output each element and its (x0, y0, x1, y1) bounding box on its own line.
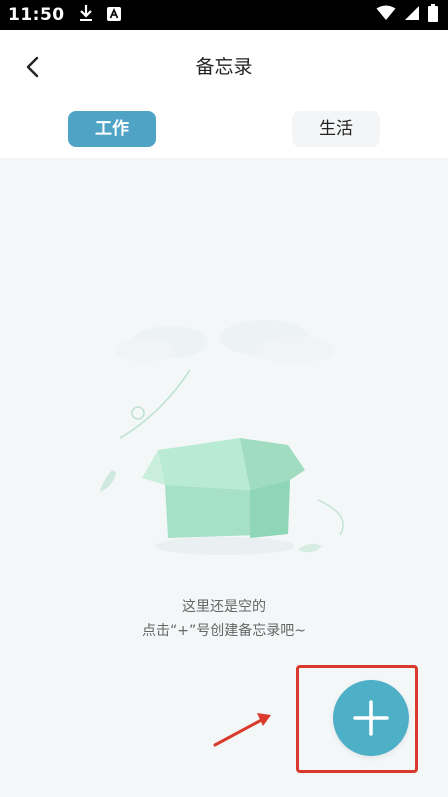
status-time: 11:50 (8, 5, 65, 25)
empty-message-line2: 点击“+”号创建备忘录吧~ (142, 623, 306, 639)
add-memo-button[interactable] (333, 680, 409, 756)
header: 备忘录 工作 生活 (0, 30, 448, 158)
signal-icon (404, 5, 420, 25)
empty-message-line1: 这里还是空的 (182, 599, 266, 615)
tab-life[interactable]: 生活 (292, 111, 380, 147)
download-icon (79, 4, 93, 26)
annotation-arrow (213, 713, 271, 747)
accessibility-icon (106, 6, 121, 25)
wifi-icon (376, 5, 396, 25)
page-title: 备忘录 (195, 56, 253, 78)
empty-box-illustration (100, 320, 344, 555)
battery-icon (428, 4, 438, 26)
tab-work[interactable]: 工作 (68, 111, 156, 147)
status-bar: 11:50 (0, 0, 448, 30)
plus-icon (353, 700, 389, 736)
